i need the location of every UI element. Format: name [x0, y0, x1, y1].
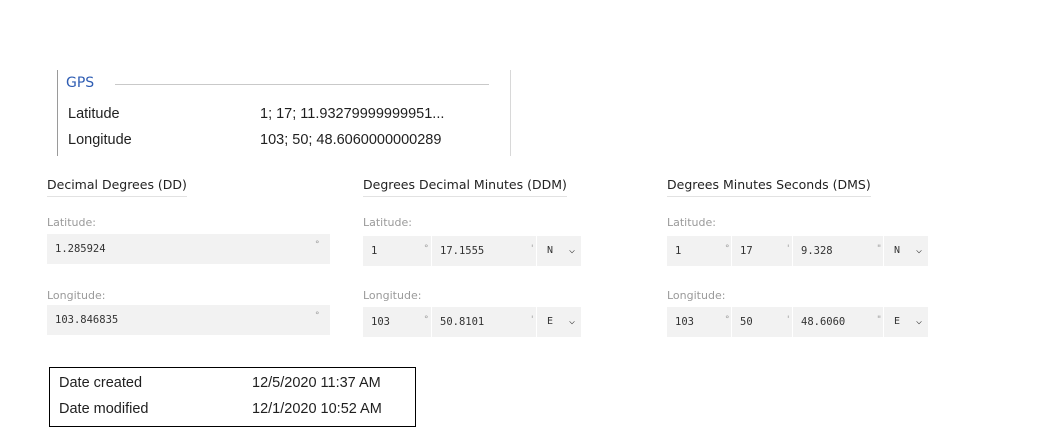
file-dates-panel: Date created 12/5/2020 11:37 AM Date mod…	[49, 367, 416, 427]
dd-latitude-input[interactable]: 1.285924	[47, 234, 330, 264]
dms-longitude-degree-symbol: °	[725, 315, 730, 325]
dd-longitude-value: 103.846835	[55, 314, 119, 326]
dms-longitude-second-symbol: "	[877, 315, 882, 325]
ddm-longitude-minutes-input[interactable]: 50.8101	[432, 307, 536, 337]
ddm-longitude-direction-value: E	[547, 316, 554, 327]
ddm-latitude-degrees-input[interactable]: 1	[363, 236, 431, 266]
date-created-label: Date created	[59, 375, 143, 391]
chevron-down-icon: ⌵	[915, 316, 922, 327]
dms-latitude-second-symbol: "	[877, 244, 882, 254]
dms-latitude-seconds-value: 9.328	[801, 245, 833, 257]
ddm-latitude-degree-symbol: °	[424, 244, 429, 254]
ddm-latitude-label: Latitude:	[363, 216, 412, 229]
dd-latitude-value: 1.285924	[55, 243, 106, 255]
ddm-longitude-minutes-value: 50.8101	[440, 316, 485, 328]
dd-section-title: Decimal Degrees (DD)	[47, 177, 187, 197]
dms-latitude-degrees-input[interactable]: 1	[667, 236, 731, 266]
ddm-longitude-minute-symbol: '	[531, 315, 534, 325]
date-modified-value: 12/1/2020 10:52 AM	[252, 401, 382, 417]
gps-section-title: GPS	[66, 75, 95, 91]
dms-latitude-label: Latitude:	[667, 216, 716, 229]
dms-longitude-minutes-value: 50	[740, 316, 753, 328]
dms-section-title: Degrees Minutes Seconds (DMS)	[667, 177, 871, 197]
ddm-latitude-minute-symbol: '	[531, 244, 534, 254]
dd-longitude-label: Longitude:	[47, 289, 106, 302]
date-created-value: 12/5/2020 11:37 AM	[252, 375, 381, 391]
ddm-latitude-degrees-value: 1	[371, 245, 378, 257]
ddm-latitude-direction-select[interactable]: N ⌵	[537, 236, 581, 266]
latitude-value: 1; 17; 11.93279999999951...	[260, 106, 445, 122]
latitude-label: Latitude	[68, 106, 120, 122]
ddm-longitude-degrees-value: 103	[371, 316, 390, 328]
ddm-latitude-minutes-value: 17.1555	[440, 245, 485, 257]
dd-latitude-degree-symbol: °	[315, 240, 320, 250]
longitude-label: Longitude	[68, 132, 132, 148]
chevron-down-icon: ⌵	[915, 245, 922, 256]
dms-latitude-minutes-value: 17	[740, 245, 753, 257]
date-modified-label: Date modified	[59, 401, 149, 417]
dms-longitude-degrees-value: 103	[675, 316, 694, 328]
dms-latitude-minutes-input[interactable]: 17	[732, 236, 792, 266]
dms-latitude-degrees-value: 1	[675, 245, 682, 257]
ddm-longitude-degree-symbol: °	[424, 315, 429, 325]
dms-latitude-direction-select[interactable]: N ⌵	[884, 236, 928, 266]
dms-latitude-minute-symbol: '	[787, 244, 790, 254]
gps-properties-panel: GPS Latitude 1; 17; 11.93279999999951...…	[57, 70, 511, 156]
ddm-latitude-minutes-input[interactable]: 17.1555	[432, 236, 536, 266]
gps-section-divider	[115, 84, 489, 85]
ddm-longitude-degrees-input[interactable]: 103	[363, 307, 431, 337]
dms-longitude-seconds-input[interactable]: 48.6060	[793, 307, 883, 337]
ddm-section-title: Degrees Decimal Minutes (DDM)	[363, 177, 567, 197]
chevron-down-icon: ⌵	[568, 316, 575, 327]
dms-latitude-direction-value: N	[894, 245, 901, 256]
dd-longitude-input[interactable]: 103.846835	[47, 305, 330, 335]
dms-latitude-seconds-input[interactable]: 9.328	[793, 236, 883, 266]
dms-longitude-minute-symbol: '	[787, 315, 790, 325]
dms-longitude-minutes-input[interactable]: 50	[732, 307, 792, 337]
ddm-longitude-label: Longitude:	[363, 289, 422, 302]
dd-latitude-label: Latitude:	[47, 216, 96, 229]
longitude-value: 103; 50; 48.6060000000289	[260, 132, 442, 148]
dd-longitude-degree-symbol: °	[315, 311, 320, 321]
dms-longitude-seconds-value: 48.6060	[801, 316, 846, 328]
dms-longitude-direction-select[interactable]: E ⌵	[884, 307, 928, 337]
ddm-latitude-direction-value: N	[547, 245, 554, 256]
chevron-down-icon: ⌵	[568, 245, 575, 256]
dms-longitude-direction-value: E	[894, 316, 901, 327]
dms-longitude-label: Longitude:	[667, 289, 726, 302]
dms-latitude-degree-symbol: °	[725, 244, 730, 254]
ddm-longitude-direction-select[interactable]: E ⌵	[537, 307, 581, 337]
dms-longitude-degrees-input[interactable]: 103	[667, 307, 731, 337]
